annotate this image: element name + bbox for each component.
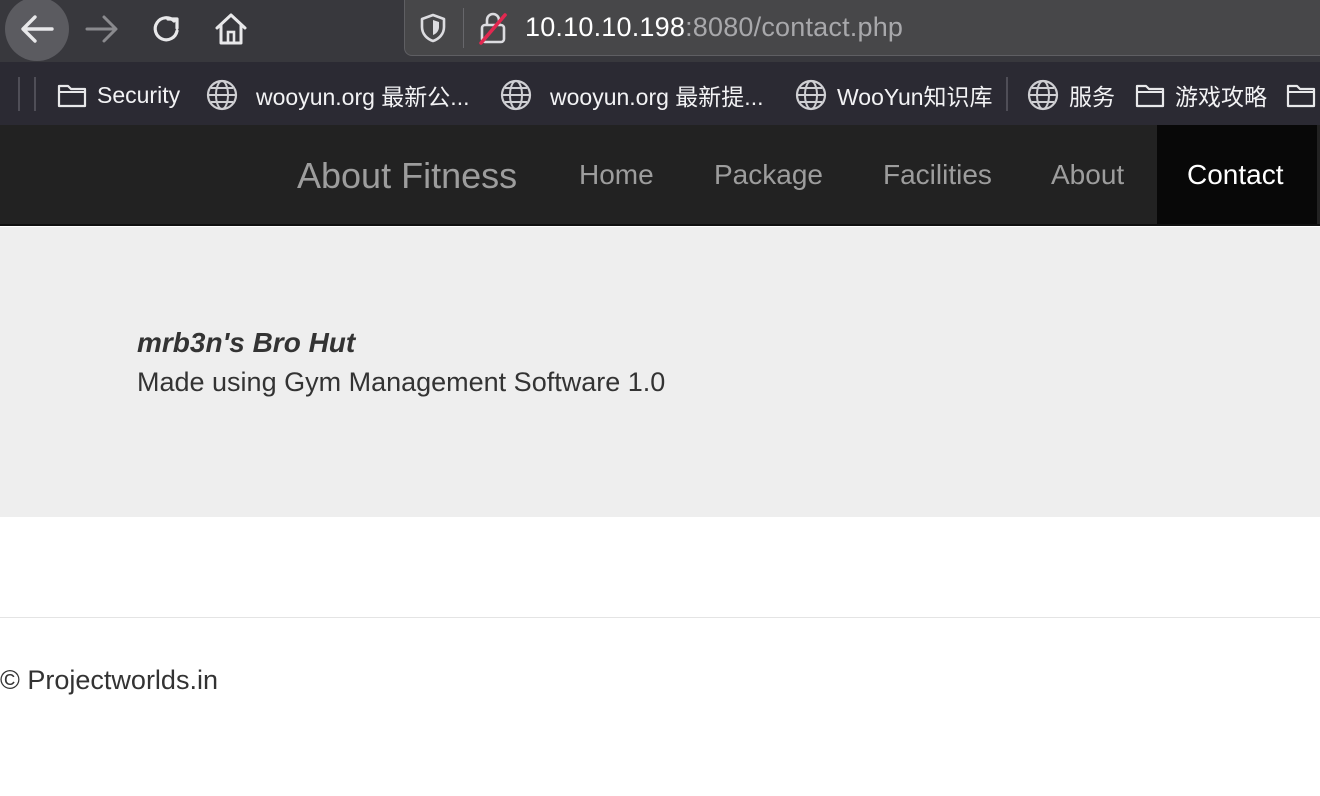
- home-icon: [215, 13, 247, 45]
- back-button[interactable]: [5, 0, 69, 61]
- bookmark-folder-overflow[interactable]: [1286, 78, 1320, 112]
- folder-icon: [57, 82, 87, 108]
- home-button[interactable]: [201, 0, 261, 58]
- bookmark-services[interactable]: 服务: [1027, 78, 1115, 112]
- gym-name-heading: mrb3n's Bro Hut: [137, 327, 356, 358]
- bookmark-label: WooYun知识库: [837, 84, 993, 110]
- globe-icon: [795, 79, 827, 111]
- bookmark-label: wooyun.org 最新公...: [256, 84, 470, 110]
- bookmarks-toolbar: Security wooyun.org 最新公... wooyun.org 最新…: [0, 62, 1320, 125]
- forward-button[interactable]: [72, 0, 132, 58]
- bookmark-label: 服务: [1069, 84, 1115, 110]
- nav-link-home[interactable]: Home: [579, 125, 654, 224]
- bookmark-wooyun-public[interactable]: wooyun.org 最新公...: [206, 78, 469, 112]
- reload-button[interactable]: [137, 0, 197, 58]
- footer-divider: [0, 617, 1320, 618]
- bookmark-separator: [18, 77, 20, 111]
- arrow-right-icon: [85, 15, 118, 43]
- url-bar[interactable]: 10.10.10.198:8080/contact.php: [404, 0, 1320, 56]
- bookmark-label: Security: [97, 81, 181, 108]
- nav-link-package[interactable]: Package: [714, 125, 823, 224]
- bookmark-folder-security[interactable]: Security: [57, 78, 180, 112]
- arrow-left-icon: [21, 15, 54, 43]
- url-path: :8080/contact.php: [685, 12, 904, 42]
- url-text[interactable]: 10.10.10.198:8080/contact.php: [525, 12, 903, 43]
- nav-link-contact[interactable]: Contact: [1157, 125, 1317, 224]
- url-host: 10.10.10.198: [525, 12, 686, 42]
- nav-link-facilities[interactable]: Facilities: [883, 125, 992, 224]
- globe-icon: [1027, 79, 1059, 111]
- reload-icon: [153, 16, 179, 42]
- browser-toolbar: 10.10.10.198:8080/contact.php: [0, 0, 1320, 62]
- globe-icon: [500, 79, 532, 111]
- bookmark-wooyun-kb[interactable]: WooYun知识库: [795, 78, 993, 112]
- bookmark-separator: [1006, 77, 1008, 111]
- bookmark-folder-game-guides[interactable]: 游戏攻略: [1135, 78, 1267, 112]
- tracking-protection-shield-icon[interactable]: [419, 13, 447, 48]
- folder-icon: [1135, 82, 1165, 108]
- software-credit-text: Made using Gym Management Software 1.0: [137, 367, 666, 397]
- insecure-lock-icon[interactable]: [477, 11, 509, 50]
- globe-icon: [206, 79, 238, 111]
- site-brand-link[interactable]: About Fitness: [297, 155, 517, 197]
- nav-link-about[interactable]: About: [1051, 125, 1124, 224]
- bookmark-separator: [34, 77, 36, 111]
- site-navbar: About Fitness Home Package Facilities Ab…: [0, 125, 1320, 226]
- bookmark-label: wooyun.org 最新提...: [550, 84, 764, 110]
- footer-copyright: © Projectworlds.in: [0, 665, 218, 695]
- urlbar-separator: [463, 8, 464, 48]
- folder-icon: [1286, 82, 1316, 108]
- bookmark-wooyun-submit[interactable]: wooyun.org 最新提...: [500, 78, 763, 112]
- bookmark-label: 游戏攻略: [1175, 84, 1267, 110]
- contact-jumbotron: mrb3n's Bro Hut Made using Gym Managemen…: [0, 227, 1320, 517]
